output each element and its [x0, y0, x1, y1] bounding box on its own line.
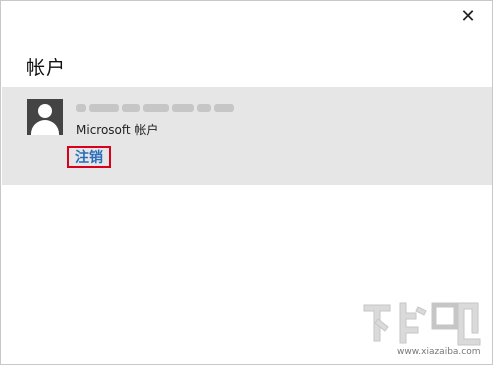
account-type-label: Microsoft 帐户 [76, 123, 159, 137]
watermark-site: www.xiazaiba.com [397, 347, 481, 357]
account-dialog: ✕ 帐户 Microsoft 帐户 注销 www.xiazaiba.com [0, 0, 493, 365]
signout-link[interactable]: 注销 [67, 146, 111, 168]
avatar [27, 99, 63, 135]
close-icon: ✕ [460, 6, 476, 27]
avatar-head-shape [38, 104, 52, 118]
page-title: 帐户 [26, 57, 67, 79]
account-panel: Microsoft 帐户 注销 [2, 87, 492, 185]
avatar-body-shape [31, 120, 59, 135]
close-button[interactable]: ✕ [458, 7, 478, 27]
account-name-blurred [76, 102, 234, 114]
